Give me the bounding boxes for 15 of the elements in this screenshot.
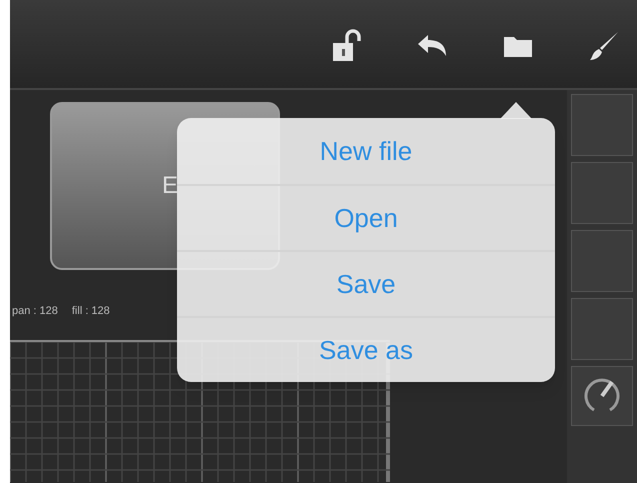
- side-slider-tile[interactable]: [571, 94, 633, 156]
- readout-text: pan : 128: [12, 304, 58, 319]
- paintbrush-icon: [588, 30, 620, 62]
- side-slider-tile[interactable]: [571, 298, 633, 360]
- knob-tile[interactable]: [571, 366, 633, 426]
- side-slider-tile[interactable]: [571, 230, 633, 292]
- side-slider-tile[interactable]: [571, 162, 633, 224]
- unlocked-padlock-icon: [331, 29, 361, 63]
- undo-arrow-icon: [416, 34, 448, 58]
- menu-item[interactable]: Save as: [177, 316, 555, 382]
- readout-text: fill : 128: [72, 304, 110, 319]
- menu-item[interactable]: Save: [177, 250, 555, 316]
- menu-item[interactable]: Open: [177, 184, 555, 250]
- folder-icon: [503, 34, 533, 58]
- preset-name: E: [162, 171, 178, 201]
